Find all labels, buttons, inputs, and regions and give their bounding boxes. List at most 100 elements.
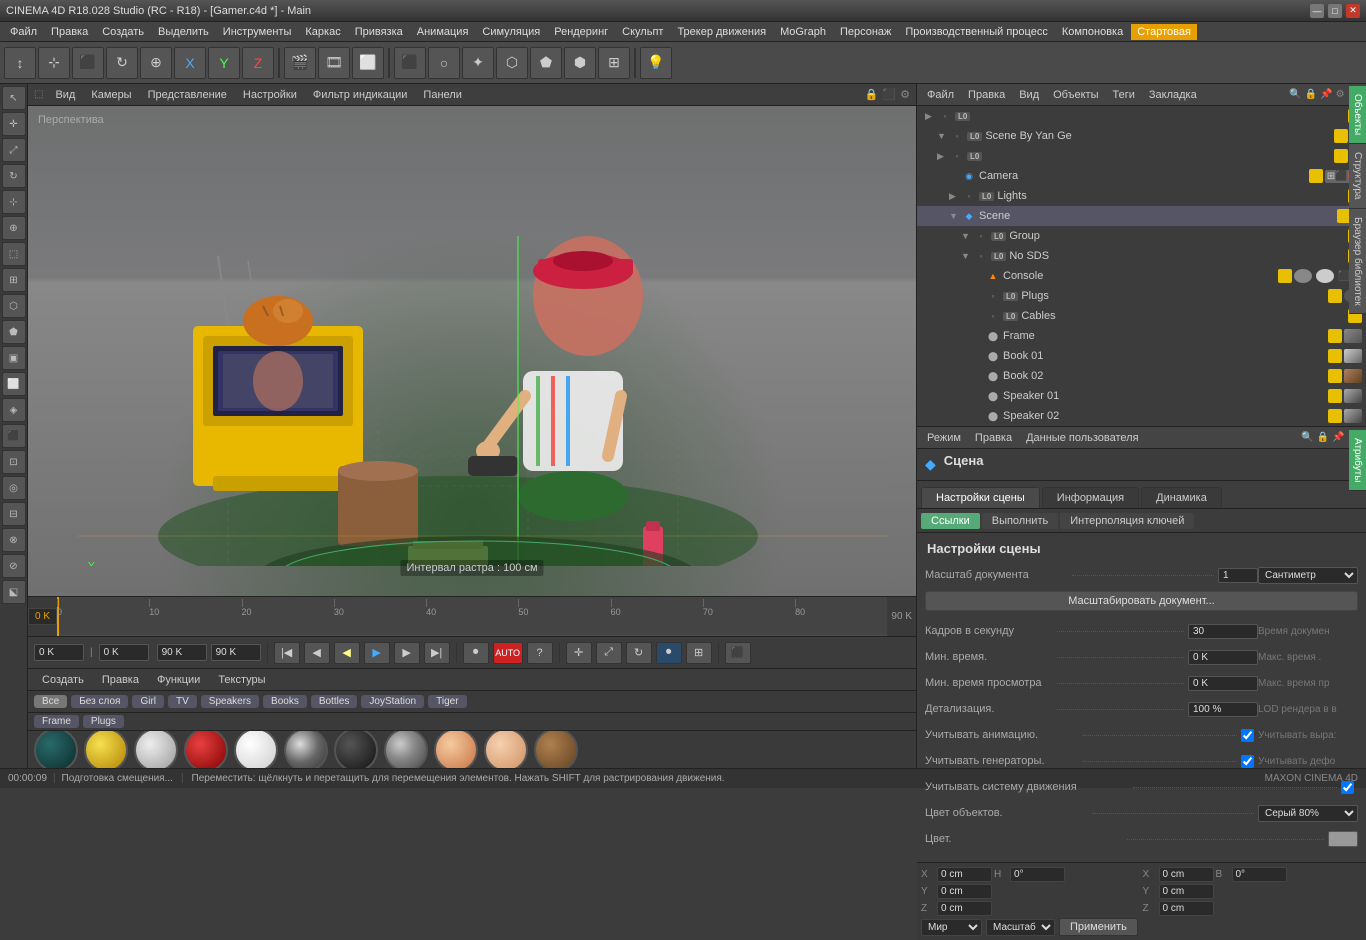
menu-item-0[interactable]: Файл [4,24,43,40]
tool-7[interactable]: ⬚ [2,242,26,266]
menu-item-13[interactable]: Персонаж [834,24,897,40]
tool-6[interactable]: ⊕ [2,216,26,240]
tool-scale[interactable]: ⤢ [2,138,26,162]
tree-item-scene[interactable]: ▼ ◆ Scene ✓ [917,206,1366,226]
menu-item-14[interactable]: Производственный процесс [899,24,1053,40]
coord-input-z-size[interactable] [1159,901,1214,916]
attr-menu-mode[interactable]: Режим [923,432,965,444]
tree-item-speaker02[interactable]: ⬤ Speaker 02 [917,406,1366,426]
transport-help[interactable]: ? [527,642,553,664]
attr-input-min-preview[interactable] [1188,676,1258,691]
menu-item-6[interactable]: Привязка [349,24,409,40]
tree-item-lights[interactable]: ▶ ◦ L0 Lights [917,186,1366,206]
minimize-button[interactable]: — [1310,4,1324,18]
mat-tab-edit[interactable]: Правка [94,672,147,688]
tool-9[interactable]: ⬡ [2,294,26,318]
tag-joystation[interactable]: JoyStation [361,695,424,708]
toolbar-tool14[interactable]: ⊞ [598,47,630,79]
vp-settings-icon[interactable]: ⚙ [900,88,910,101]
tree-item-group[interactable]: ▼ ◦ L0 Group [917,226,1366,246]
coord-input-b[interactable] [1232,867,1287,882]
coord-input-x[interactable] [937,867,992,882]
menu-item-4[interactable]: Инструменты [217,24,298,40]
vp-menu-display[interactable]: Представление [144,89,231,101]
vp-menu-filter[interactable]: Фильтр индикации [309,89,412,101]
attr-check-gen[interactable] [1241,755,1254,768]
menu-item-2[interactable]: Создать [96,24,150,40]
tree-item-frame[interactable]: ⬤ Frame [917,326,1366,346]
toolbar-move[interactable]: ↕ [4,47,36,79]
tool-13[interactable]: ◈ [2,398,26,422]
toolbar-cube[interactable]: ⬛ [394,47,426,79]
tool-11[interactable]: ▣ [2,346,26,370]
swatch-1[interactable] [84,731,128,768]
attr-tab-dynamics[interactable]: Динамика [1141,487,1222,508]
toolbar-light[interactable]: 💡 [640,47,672,79]
attr-subtab-refs[interactable]: Ссылки [921,513,980,529]
toolbar-tool8[interactable]: Z [242,47,274,79]
mat-tab-texture[interactable]: Текстуры [210,672,273,688]
tag-speakers[interactable]: Speakers [201,695,259,708]
vp-maximize-icon[interactable]: ⬛ [882,88,896,101]
tool-18[interactable]: ⊗ [2,528,26,552]
vp-menu-view[interactable]: Вид [51,89,79,101]
transport-end2-field[interactable] [211,644,261,661]
tree-item-speaker01[interactable]: ⬤ Speaker 01 [917,386,1366,406]
tree-item-book01[interactable]: ⬤ Book 01 [917,346,1366,366]
tool-19[interactable]: ⊘ [2,554,26,578]
tree-item-scene-by-yan-ge[interactable]: ▼ ◦ L0 Scene By Yan Ge ⬛ [917,126,1366,146]
tree-item-book02[interactable]: ⬤ Book 02 [917,366,1366,386]
attr-tab-settings[interactable]: Настройки сцены [921,487,1040,508]
tag-all[interactable]: Все [34,695,67,708]
attr-check-anim[interactable] [1241,729,1254,742]
swatch-8[interactable] [434,731,478,768]
menu-item-11[interactable]: Трекер движения [671,24,772,40]
swatch-5[interactable] [284,731,328,768]
tool-8[interactable]: ⊞ [2,268,26,292]
tree-item-cables[interactable]: ◦ L0 Cables [917,306,1366,326]
transport-next-frame[interactable]: ▶ [394,642,420,664]
swatch-6[interactable] [334,731,378,768]
mat-tab-func[interactable]: Функции [149,672,208,688]
toolbar-tool13[interactable]: ⬢ [564,47,596,79]
vtab-attributes[interactable]: Атрибуты [1349,430,1366,491]
attr-menu-user[interactable]: Данные пользователя [1022,432,1142,444]
tool-17[interactable]: ⊟ [2,502,26,526]
transport-scale2[interactable]: ⤢ [596,642,622,664]
tree-item-l0-2[interactable]: ▶ ◦ L0 ⬛ [917,146,1366,166]
attr-menu-edit[interactable]: Правка [971,432,1016,444]
toolbar-tool9[interactable]: ⬜ [352,47,384,79]
toolbar-rotate[interactable]: ↻ [106,47,138,79]
tag-tv[interactable]: TV [168,695,197,708]
toolbar-tool6[interactable]: X [174,47,206,79]
attr-input-fps[interactable] [1188,624,1258,639]
swatch-9[interactable] [484,731,528,768]
tool-12[interactable]: ⬜ [2,372,26,396]
tag-books[interactable]: Books [263,695,307,708]
toolbar-tool11[interactable]: ⬡ [496,47,528,79]
vtab-objects[interactable]: Объекты [1349,86,1366,144]
tree-item-l0-root[interactable]: ▶ ◦ L0 [917,106,1366,126]
attr-select-unit[interactable]: Сантиметр Метр [1258,567,1358,584]
om-menu-edit[interactable]: Правка [964,89,1009,101]
transport-auto[interactable]: AUTO [493,642,523,664]
menu-item-8[interactable]: Симуляция [476,24,546,40]
tag-no-layer[interactable]: Без слоя [71,695,128,708]
toolbar-render[interactable]: 🎬 [284,47,316,79]
maximize-button[interactable]: □ [1328,4,1342,18]
coord-input-h[interactable] [1010,867,1065,882]
tag-girl[interactable]: Girl [132,695,164,708]
toolbar-tool5[interactable]: ⊕ [140,47,172,79]
tag-bottles[interactable]: Bottles [311,695,358,708]
vtab-structure[interactable]: Структура [1349,144,1366,208]
transport-prev-frame[interactable]: ◀ [304,642,330,664]
swatch-7[interactable] [384,731,428,768]
transport-to-start[interactable]: |◀ [274,642,300,664]
tool-16[interactable]: ◎ [2,476,26,500]
transport-record[interactable]: ⏺ [463,642,489,664]
vp-lock-icon[interactable]: 🔒 [865,88,879,101]
attr-input-scale[interactable] [1218,568,1258,583]
tool-rotate[interactable]: ↻ [2,164,26,188]
tool-14[interactable]: ⬛ [2,424,26,448]
coord-world-select[interactable]: Мир Объект [921,919,982,936]
